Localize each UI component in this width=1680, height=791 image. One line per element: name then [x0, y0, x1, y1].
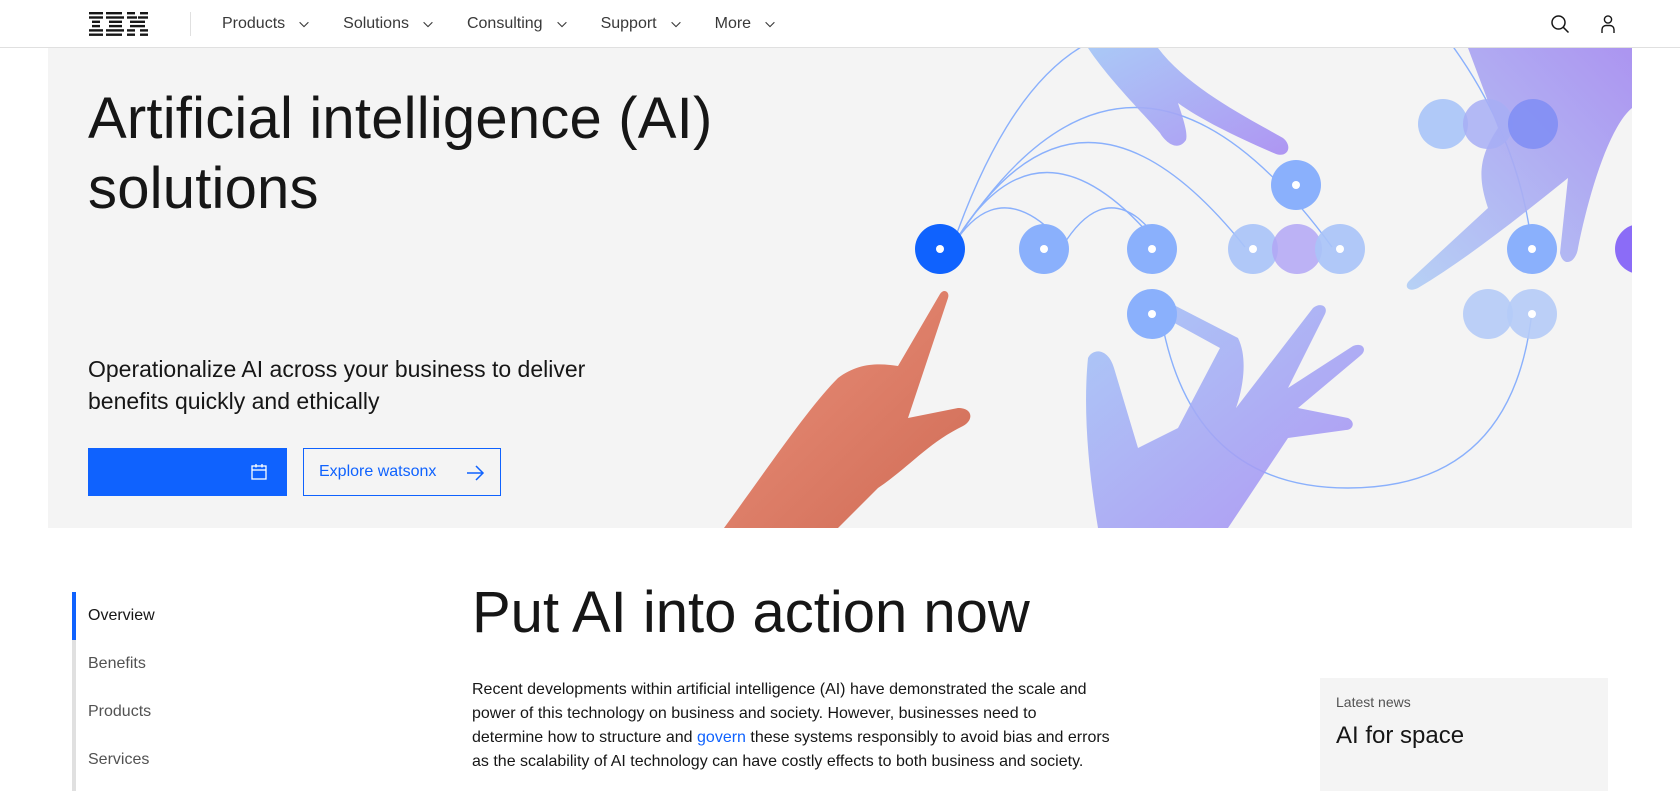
main-menu: Products Solutions Consulting Support Mo… — [206, 0, 793, 48]
toc-item-services[interactable]: Services — [88, 736, 149, 784]
top-navigation: Products Solutions Consulting Support Mo… — [0, 0, 1680, 48]
explore-watsonx-button[interactable]: Explore watsonx — [303, 448, 501, 496]
govern-link[interactable]: govern — [697, 729, 746, 746]
nav-item-more[interactable]: More — [699, 0, 793, 48]
chevron-down-icon — [765, 21, 775, 28]
user-icon[interactable] — [1596, 12, 1620, 36]
section-body: Recent developments within artificial in… — [472, 678, 1112, 774]
latest-news-card[interactable]: Latest news AI for space — [1320, 678, 1608, 791]
explore-watsonx-label: Explore watsonx — [319, 463, 437, 480]
chevron-down-icon — [670, 21, 681, 28]
top-hand — [1088, 48, 1289, 155]
nav-item-label: Support — [600, 15, 657, 32]
toc-item-benefits[interactable]: Benefits — [88, 640, 146, 688]
nav-divider — [190, 12, 191, 36]
ibm-logo[interactable] — [89, 12, 149, 36]
toc-active-indicator — [72, 592, 76, 640]
nav-item-consulting[interactable]: Consulting — [451, 0, 585, 48]
hero-title-line-2: solutions — [88, 156, 319, 221]
section-title: Put AI into action now — [472, 580, 1030, 645]
calendar-icon — [251, 464, 267, 480]
primary-cta-button[interactable] — [88, 448, 287, 496]
toc-item-overview[interactable]: Overview — [88, 592, 155, 640]
news-title: AI for space — [1336, 722, 1465, 749]
nav-item-products[interactable]: Products — [206, 0, 327, 48]
hero-title-line-1: Artificial intelligence (AI) — [88, 86, 713, 151]
hero-title: Artificial intelligence (AI) solutions — [88, 84, 712, 224]
nav-item-support[interactable]: Support — [585, 0, 699, 48]
pointing-hand — [724, 291, 971, 528]
chevron-down-icon — [556, 21, 567, 28]
nav-item-label: Consulting — [466, 15, 543, 32]
toc-item-products[interactable]: Products — [88, 688, 151, 736]
hero-subtitle: Operationalize AI across your business t… — [88, 356, 586, 414]
nav-item-solutions[interactable]: Solutions — [327, 0, 451, 48]
hero-banner: Artificial intelligence (AI) solutions O… — [48, 48, 1632, 528]
bottom-hand — [1086, 300, 1364, 528]
search-icon[interactable] — [1548, 12, 1572, 36]
chevron-down-icon — [299, 21, 309, 28]
news-label: Latest news — [1336, 694, 1411, 710]
nav-item-label: More — [714, 15, 752, 32]
nav-item-label: Solutions — [343, 15, 409, 32]
nav-item-label: Products — [222, 15, 286, 32]
arrow-right-icon — [467, 465, 485, 481]
chevron-down-icon — [423, 21, 433, 28]
